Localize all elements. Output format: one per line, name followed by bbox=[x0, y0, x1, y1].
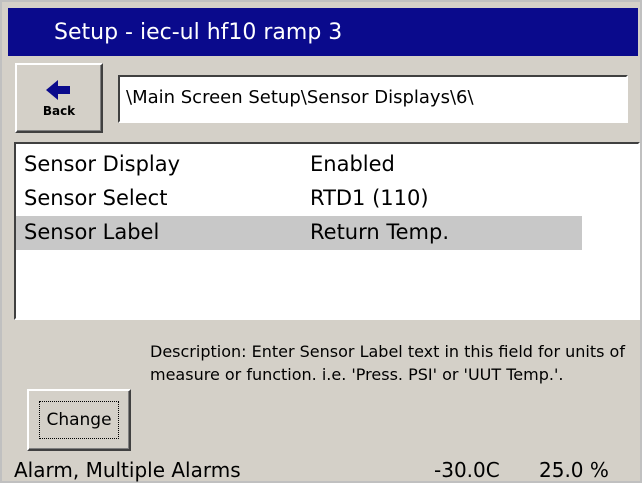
setting-name: Sensor Display bbox=[24, 152, 181, 176]
percent-readout: 25.0 % bbox=[539, 458, 609, 482]
description-text: Description: Enter Sensor Label text in … bbox=[150, 342, 625, 384]
window-title: Setup - iec-ul hf10 ramp 3 bbox=[54, 19, 343, 45]
setting-row-sensor-label[interactable]: Sensor Label Return Temp. bbox=[16, 216, 582, 250]
setting-name: Sensor Select bbox=[24, 186, 168, 210]
change-button-label: Change bbox=[39, 401, 119, 439]
setting-name: Sensor Label bbox=[24, 220, 160, 244]
setting-row-sensor-select[interactable]: Sensor Select RTD1 (110) bbox=[16, 182, 582, 216]
setting-value: Enabled bbox=[310, 152, 395, 176]
back-button[interactable]: Back bbox=[15, 63, 103, 133]
temperature-readout: -30.0C bbox=[434, 458, 500, 482]
setting-value: Return Temp. bbox=[310, 220, 450, 244]
left-arrow-icon bbox=[46, 80, 70, 100]
setting-row-sensor-display[interactable]: Sensor Display Enabled bbox=[16, 148, 582, 182]
change-button[interactable]: Change bbox=[27, 389, 131, 451]
breadcrumb-path: \Main Screen Setup\Sensor Displays\6\ bbox=[118, 75, 628, 123]
setup-window: Setup - iec-ul hf10 ramp 3 Back \Main Sc… bbox=[0, 0, 642, 483]
alarm-status: Alarm, Multiple Alarms bbox=[14, 458, 241, 482]
settings-list: Sensor Display Enabled Sensor Select RTD… bbox=[14, 142, 640, 320]
title-bar: Setup - iec-ul hf10 ramp 3 bbox=[8, 8, 638, 56]
back-button-label: Back bbox=[42, 104, 76, 118]
setting-value: RTD1 (110) bbox=[310, 186, 429, 210]
